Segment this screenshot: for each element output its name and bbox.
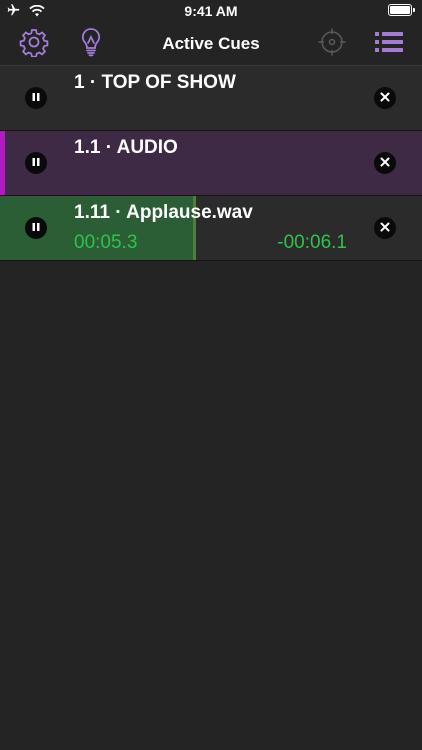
stop-cue-button[interactable] (374, 87, 396, 109)
status-bar: 9:41 AM (0, 0, 422, 22)
stop-cue-button[interactable] (374, 217, 396, 239)
cue-row[interactable]: 1.11 · Applause.wav 00:05.3 -00:06.1 (0, 196, 422, 261)
pause-button[interactable] (25, 87, 47, 109)
pause-button[interactable] (25, 217, 47, 239)
close-icon (380, 219, 390, 237)
pause-icon (31, 219, 41, 237)
battery-icon (388, 4, 415, 16)
locate-button[interactable] (316, 28, 348, 60)
stop-cue-button[interactable] (374, 152, 396, 174)
close-icon (380, 154, 390, 172)
cue-label: 1 · TOP OF SHOW (74, 72, 236, 93)
cue-label: 1.1 · AUDIO (74, 137, 178, 158)
status-time: 9:41 AM (184, 3, 238, 19)
elapsed-time: 00:05.3 (74, 232, 138, 253)
nav-bar: Active Cues (0, 22, 422, 66)
list-button[interactable] (373, 28, 405, 60)
cue-label: 1.11 · Applause.wav (74, 202, 253, 223)
cue-row[interactable]: 1 · TOP OF SHOW (0, 66, 422, 131)
cue-row[interactable]: 1.1 · AUDIO (0, 131, 422, 196)
pause-icon (31, 154, 41, 172)
close-icon (380, 89, 390, 107)
active-cue-list: 1 · TOP OF SHOW 1.1 · AUDIO 1.11 · Appla… (0, 66, 422, 261)
page-title: Active Cues (162, 34, 260, 53)
pause-icon (31, 89, 41, 107)
pause-button[interactable] (25, 152, 47, 174)
list-icon (375, 31, 403, 58)
crosshair-icon (318, 28, 346, 61)
remaining-time: -00:06.1 (277, 232, 347, 253)
cue-color-stripe (0, 131, 5, 195)
